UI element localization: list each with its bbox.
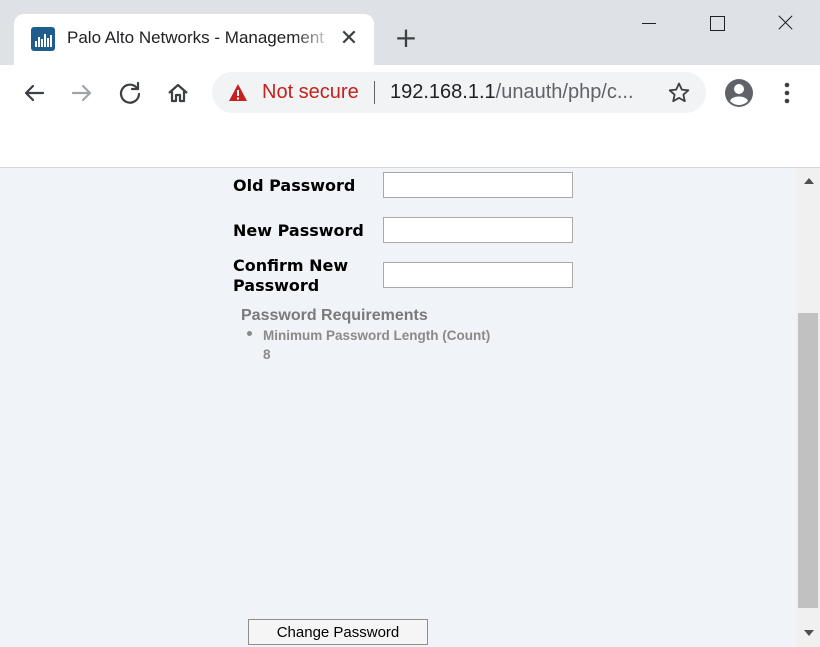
back-arrow-icon[interactable] xyxy=(19,78,49,108)
palo-alto-networks-favicon-icon xyxy=(31,27,55,51)
old-password-input[interactable] xyxy=(383,172,573,198)
bookmark-star-icon[interactable] xyxy=(667,81,691,105)
requirement-value: 8 xyxy=(263,347,271,362)
vertical-scrollbar[interactable] xyxy=(796,168,820,647)
omnibox-divider xyxy=(374,81,375,104)
requirement-item: Minimum Password Length (Count) 8 xyxy=(263,326,523,364)
content-top-strip xyxy=(0,120,820,168)
url-path: /unauth/php/c... xyxy=(495,81,634,103)
scroll-up-arrow-icon[interactable] xyxy=(796,174,820,188)
close-icon[interactable] xyxy=(762,6,808,40)
new-tab-icon[interactable]: + xyxy=(392,24,420,52)
scrollbar-thumb[interactable] xyxy=(798,313,818,608)
reload-icon[interactable] xyxy=(115,78,145,108)
new-password-label: New Password xyxy=(233,221,364,240)
url-host: 192.168.1.1 xyxy=(390,81,496,103)
home-icon[interactable] xyxy=(163,78,193,108)
minimize-icon[interactable] xyxy=(626,6,672,40)
requirement-label: Minimum Password Length (Count) xyxy=(263,328,491,343)
forward-arrow-icon[interactable] xyxy=(67,78,97,108)
kebab-menu-icon[interactable] xyxy=(775,78,799,108)
browser-toolbar: Not secure 192.168.1.1/unauth/php/c... xyxy=(0,65,820,120)
confirm-password-label: Confirm New Password xyxy=(233,256,349,295)
page-viewport: Old Password New Password Confirm New Pa… xyxy=(0,168,796,647)
warning-icon xyxy=(229,84,247,101)
maximize-icon[interactable] xyxy=(694,6,740,40)
change-password-button[interactable]: Change Password xyxy=(248,619,428,645)
scroll-down-arrow-icon[interactable] xyxy=(796,626,820,640)
password-requirements-title: Password Requirements xyxy=(241,307,428,324)
security-label[interactable]: Not secure xyxy=(262,81,359,104)
browser-titlebar: Palo Alto Networks - Management ✕ + xyxy=(0,0,820,65)
account-icon[interactable] xyxy=(724,78,754,108)
old-password-label: Old Password xyxy=(233,176,356,195)
address-bar[interactable]: Not secure 192.168.1.1/unauth/php/c... xyxy=(212,72,706,113)
tab-title: Palo Alto Networks - Management xyxy=(67,28,325,47)
browser-tab[interactable]: Palo Alto Networks - Management ✕ xyxy=(14,14,374,65)
url-text[interactable]: 192.168.1.1/unauth/php/c... xyxy=(390,81,634,104)
list-bullet xyxy=(247,331,252,336)
tab-close-icon[interactable]: ✕ xyxy=(338,26,360,52)
confirm-password-input[interactable] xyxy=(383,262,573,288)
new-password-input[interactable] xyxy=(383,217,573,243)
